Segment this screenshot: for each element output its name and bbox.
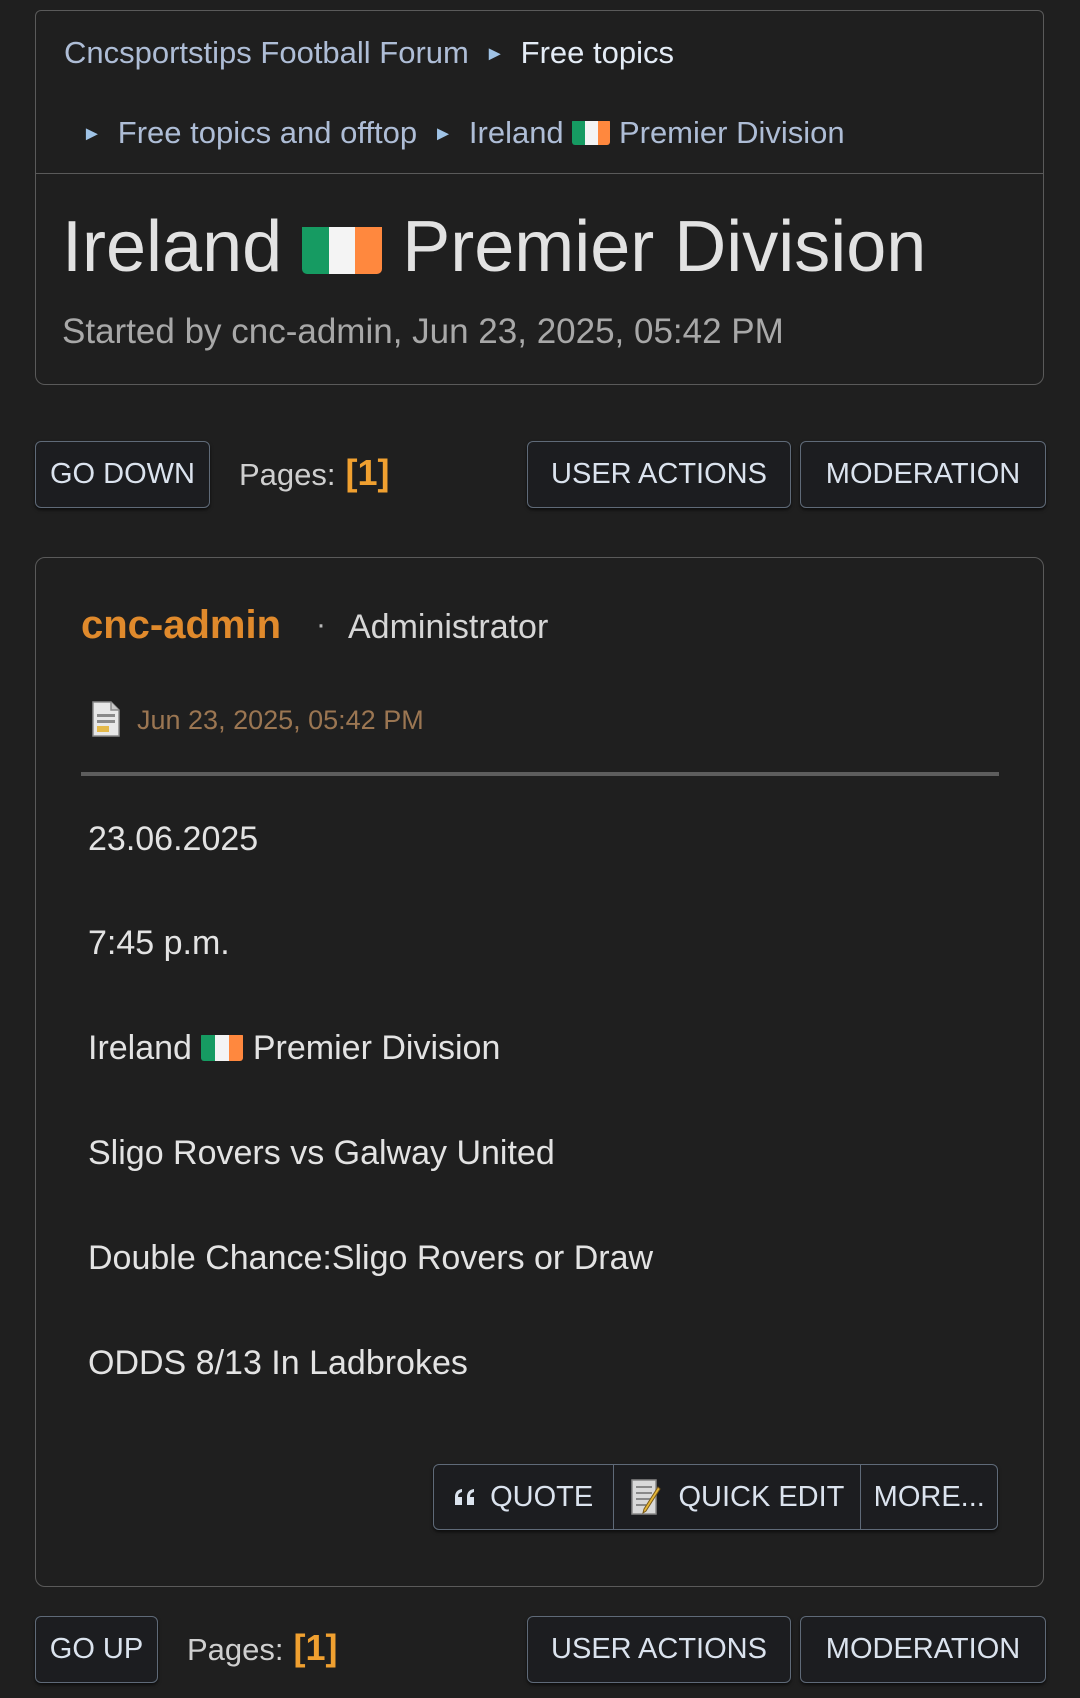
post-body-league: Ireland Premier Division [88,1029,500,1068]
breadcrumb-separator: ► [484,43,505,65]
page-title: Ireland Premier Division [62,206,926,288]
post-actions: QUOTE QUICK EDIT MORE... [433,1464,998,1530]
quote-label: QUOTE [490,1480,594,1513]
user-actions-button[interactable]: USER ACTIONS [527,1616,791,1683]
post-body-date: 23.06.2025 [88,820,259,858]
topic-started-by: Started by cnc-admin, Jun 23, 2025, 05:4… [62,312,784,351]
quick-edit-label: QUICK EDIT [678,1480,845,1513]
page-link-1[interactable]: [1] [294,1627,338,1668]
breadcrumb: Cncsportstips Football Forum ► Free topics… [35,10,1044,174]
breadcrumb-line-2: ► Free topics and offtop ► Ireland Premier … [82,115,845,151]
breadcrumb-separator: ► [82,123,102,145]
topic-header: Ireland Premier Division Started by cnc-… [35,174,1044,385]
pagination-top: Pages: [1] [239,452,390,494]
post-body-time: 7:45 p.m. [88,924,230,962]
go-up-button[interactable]: GO UP [35,1616,158,1683]
breadcrumb-separator: ► [433,123,453,145]
pages-label: Pages: [239,457,336,492]
moderation-button[interactable]: MODERATION [800,441,1046,508]
go-down-button[interactable]: GO DOWN [35,441,210,508]
title-pre: Ireland [62,207,283,287]
page-link-1[interactable]: [1] [346,452,390,493]
post-document-icon [92,701,120,737]
ireland-flag-icon [572,119,611,145]
pagination-bottom: Pages: [1] [187,1627,338,1669]
league-post: Premier Division [252,1029,501,1067]
breadcrumb-board-link[interactable]: Free topics [521,35,674,70]
pages-label: Pages: [187,1632,284,1667]
post-author-link[interactable]: cnc-admin [81,603,281,648]
ireland-flag-icon [302,218,383,274]
quote-button[interactable]: QUOTE [434,1465,615,1529]
post: cnc-admin · Administrator Jun 23, 2025, … [35,557,1044,1587]
breadcrumb-subboard-link[interactable]: Free topics and offtop [118,115,417,150]
quote-icon [454,1488,476,1506]
breadcrumb-forum-link[interactable]: Cncsportstips Football Forum [64,35,469,70]
quick-edit-button[interactable]: QUICK EDIT [614,1465,862,1529]
breadcrumb-topic-link[interactable]: Ireland Premier Division [469,115,845,150]
post-body-odds: ODDS 8/13 In Ladbrokes [88,1344,468,1382]
post-body-match: Sligo Rovers vs Galway United [88,1134,555,1172]
post-divider [81,772,999,776]
quick-edit-icon [630,1477,664,1517]
post-author-role: Administrator [348,608,549,646]
post-body-tip: Double Chance:Sligo Rovers or Draw [88,1239,654,1277]
breadcrumb-line-1: Cncsportstips Football Forum ► Free topics [64,35,674,71]
moderation-button[interactable]: MODERATION [800,1616,1046,1683]
post-date-link[interactable]: Jun 23, 2025, 05:42 PM [137,705,424,736]
user-actions-button[interactable]: USER ACTIONS [527,441,791,508]
ireland-flag-icon [201,1033,244,1062]
more-button[interactable]: MORE... [861,1465,997,1529]
separator-dot: · [316,608,326,641]
league-pre: Ireland [88,1029,192,1067]
breadcrumb-topic-post: Premier Division [618,115,845,150]
breadcrumb-topic-pre: Ireland [468,115,564,150]
title-post: Premier Division [402,207,927,287]
